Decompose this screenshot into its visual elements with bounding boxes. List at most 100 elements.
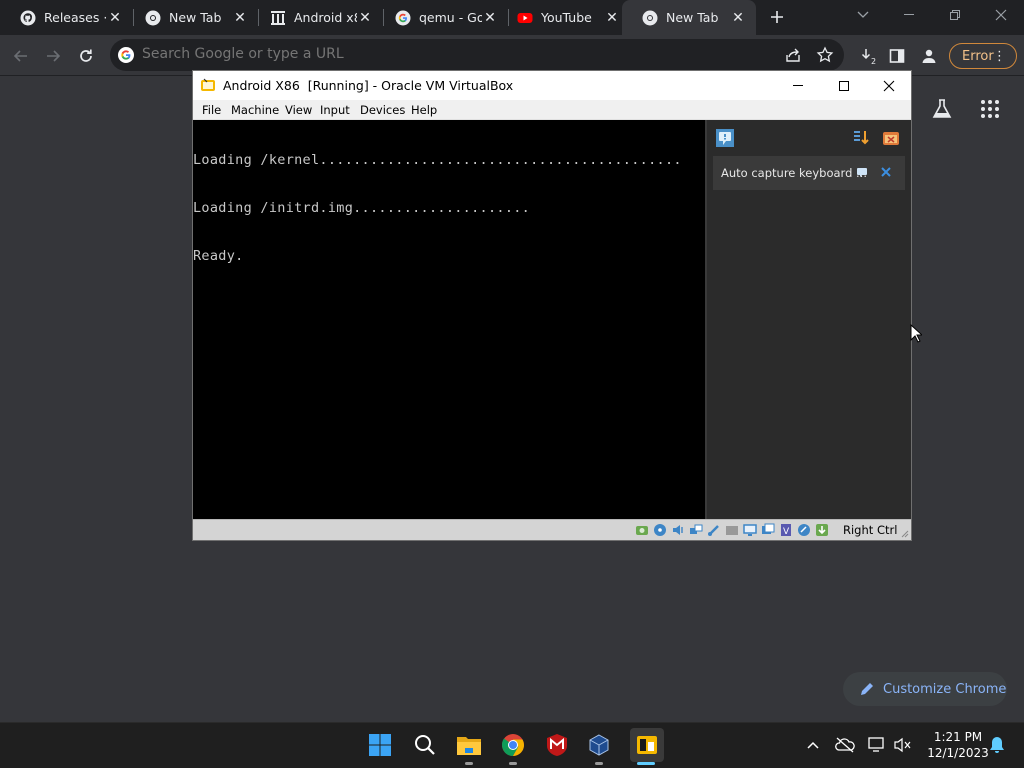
show-hidden-icons-button[interactable]	[800, 732, 826, 758]
clear-notifications-icon[interactable]	[881, 128, 901, 148]
tab-new-tab-active[interactable]: New Tab ✕	[622, 0, 756, 35]
chrome-taskbar-button[interactable]	[500, 732, 526, 758]
tab-qemu[interactable]: qemu - Go ✕	[375, 0, 508, 35]
omnibox-input[interactable]	[142, 46, 742, 62]
profile-button[interactable]	[916, 43, 942, 69]
menu-file[interactable]: File	[202, 103, 221, 117]
mouse-integration-icon[interactable]	[797, 523, 811, 537]
search-button[interactable]	[412, 732, 438, 758]
svg-text:V: V	[783, 527, 790, 537]
menu-help[interactable]: Help	[411, 103, 437, 117]
windows-icon	[369, 734, 391, 756]
reload-button[interactable]	[73, 43, 99, 69]
file-explorer-button[interactable]	[456, 732, 482, 758]
virtualization-icon[interactable]: V	[779, 523, 793, 537]
flask-icon	[932, 99, 952, 118]
display-icon[interactable]	[743, 523, 757, 537]
mcafee-button[interactable]	[544, 732, 570, 758]
volume-button[interactable]	[890, 732, 916, 758]
close-window-button[interactable]	[978, 0, 1024, 30]
tab-title: YouTube	[541, 10, 592, 25]
tab-new-tab[interactable]: New Tab ✕	[125, 0, 258, 35]
tab-title: qemu - Go	[419, 10, 482, 25]
minimize-icon	[793, 84, 803, 86]
share-button[interactable]	[784, 46, 802, 64]
bookmark-button[interactable]	[816, 46, 834, 64]
menu-input[interactable]: Input	[320, 103, 350, 117]
download-icon: 2	[861, 49, 876, 66]
tab-youtube[interactable]: YouTube ✕	[497, 0, 630, 35]
close-tab-icon[interactable]: ✕	[107, 10, 123, 26]
console-line: Ready.	[193, 248, 244, 264]
github-icon	[20, 10, 36, 25]
vbox-status-bar: V Right Ctrl	[193, 519, 911, 540]
recording-icon[interactable]	[761, 523, 775, 537]
notification-text: Auto capture keyboard ...	[721, 166, 867, 180]
virtualbox-manager-button[interactable]	[586, 732, 612, 758]
customize-chrome-button[interactable]: Customize Chrome	[843, 672, 1007, 706]
vbox-title-bar[interactable]: Android X86 [Running] - Oracle VM Virtua…	[193, 71, 911, 100]
close-tab-icon[interactable]: ✕	[232, 10, 248, 26]
downloads-button[interactable]: 2	[856, 43, 882, 69]
usb-icon[interactable]	[707, 523, 721, 537]
message-icon[interactable]	[715, 128, 735, 148]
keyboard-capture-icon[interactable]	[815, 523, 829, 537]
sort-icon[interactable]	[851, 128, 871, 148]
labs-button[interactable]	[931, 98, 953, 120]
close-tab-icon[interactable]: ✕	[730, 10, 746, 26]
vbox-minimize-button[interactable]	[775, 71, 821, 100]
side-panel-icon	[889, 49, 905, 63]
optical-drive-icon[interactable]	[653, 523, 667, 537]
vbox-maximize-button[interactable]	[821, 71, 867, 100]
start-button[interactable]	[367, 732, 393, 758]
virtualbox-vm-icon	[637, 736, 657, 754]
close-tab-icon[interactable]: ✕	[482, 10, 498, 26]
arrow-left-icon	[13, 50, 27, 62]
tab-releases[interactable]: Releases · ✕	[0, 0, 133, 35]
active-indicator	[637, 762, 655, 765]
chrome-icon	[145, 10, 161, 25]
hard-disk-icon[interactable]	[635, 523, 649, 537]
network-tray-button[interactable]	[864, 732, 890, 758]
google-icon	[118, 47, 134, 63]
onedrive-button[interactable]	[832, 732, 858, 758]
close-tab-icon[interactable]: ✕	[604, 10, 620, 26]
pencil-icon	[861, 683, 873, 695]
resize-grip-icon[interactable]	[901, 530, 909, 538]
network-icon[interactable]	[689, 523, 703, 537]
restore-button[interactable]	[932, 0, 978, 30]
tab-search-button[interactable]	[840, 0, 886, 30]
help-icon[interactable]	[856, 166, 868, 178]
vm-console-screen[interactable]: Loading /kernel.........................…	[193, 120, 705, 519]
new-tab-button[interactable]	[766, 6, 788, 28]
virtualbox-window: Android X86 [Running] - Oracle VM Virtua…	[192, 70, 912, 541]
mouse-cursor-icon	[910, 324, 922, 343]
error-menu-button[interactable]: Error ⋮	[949, 43, 1017, 69]
menu-machine[interactable]: Machine	[231, 103, 279, 117]
plus-icon	[771, 11, 783, 23]
svg-text:2: 2	[871, 57, 876, 66]
vbox-menu-bar: File Machine View Input Devices Help	[193, 100, 911, 120]
close-icon[interactable]	[880, 166, 892, 178]
notifications-button[interactable]	[984, 732, 1010, 758]
vbox-close-button[interactable]	[866, 71, 912, 100]
tab-android-x86[interactable]: Android x86 ✕	[250, 0, 383, 35]
menu-view[interactable]: View	[285, 103, 312, 117]
restore-icon	[950, 10, 960, 20]
back-button[interactable]	[8, 43, 34, 69]
maximize-icon	[839, 80, 849, 91]
tab-title: Android x86	[294, 10, 357, 25]
shared-folders-icon[interactable]	[725, 523, 739, 537]
star-icon	[816, 46, 834, 63]
vbox-vm-button[interactable]	[630, 728, 664, 762]
more-vert-icon: ⋮	[993, 49, 1006, 64]
minimize-button[interactable]	[886, 0, 932, 30]
side-panel-button[interactable]	[884, 43, 910, 69]
audio-icon[interactable]	[671, 523, 685, 537]
address-bar[interactable]	[110, 39, 844, 71]
menu-devices[interactable]: Devices	[360, 103, 405, 117]
chrome-icon	[642, 10, 658, 25]
google-apps-button[interactable]	[980, 99, 1000, 119]
forward-button[interactable]	[40, 43, 66, 69]
close-tab-icon[interactable]: ✕	[357, 10, 373, 26]
